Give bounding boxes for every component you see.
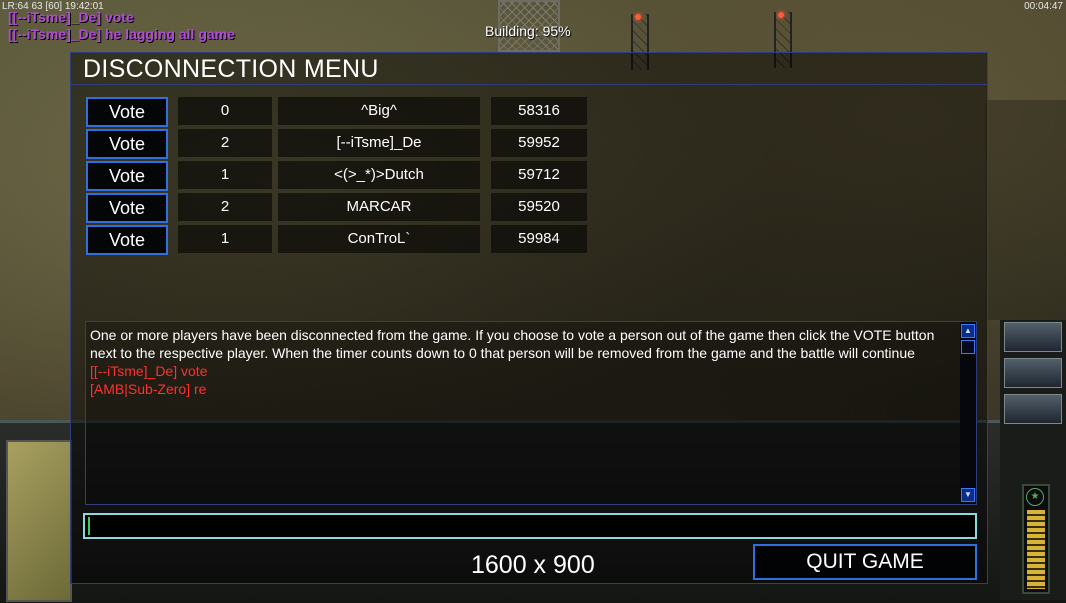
terrain-shadow bbox=[986, 100, 1066, 320]
player-ping: 59984 bbox=[491, 225, 587, 253]
chat-message: [AMB|Sub-Zero] re bbox=[90, 381, 207, 397]
build-unit-button-1[interactable] bbox=[1004, 322, 1062, 352]
text-caret bbox=[88, 517, 90, 535]
vote-button[interactable]: Vote bbox=[86, 161, 168, 191]
chat-input[interactable] bbox=[83, 513, 977, 539]
game-timer: 00:04:47 bbox=[1024, 1, 1063, 12]
vote-count: 1 bbox=[178, 161, 272, 189]
player-ping: 58316 bbox=[491, 97, 587, 125]
message-log-text: One or more players have been disconnect… bbox=[90, 326, 956, 398]
chat-message: [[--iTsme]_De] vote bbox=[90, 363, 208, 379]
disconnection-dialog: DISCONNECTION MENU Vote 0 ^Big^ 58316 Vo… bbox=[70, 52, 988, 584]
dialog-title: DISCONNECTION MENU bbox=[83, 55, 379, 83]
chat-line: [[--iTsme]_De] he lagging all game bbox=[8, 26, 235, 42]
player-name: ^Big^ bbox=[278, 97, 480, 125]
vote-count: 0 bbox=[178, 97, 272, 125]
message-log[interactable]: One or more players have been disconnect… bbox=[85, 321, 977, 505]
minimap[interactable] bbox=[6, 440, 72, 602]
build-unit-button-2[interactable] bbox=[1004, 358, 1062, 388]
build-unit-button-3[interactable] bbox=[1004, 394, 1062, 424]
player-name: MARCAR bbox=[278, 193, 480, 221]
disconnect-info: One or more players have been disconnect… bbox=[90, 327, 935, 361]
player-name: <(>_*)>Dutch bbox=[278, 161, 480, 189]
vote-button[interactable]: Vote bbox=[86, 193, 168, 223]
power-level bbox=[1027, 510, 1045, 589]
player-name: [--iTsme]_De bbox=[278, 129, 480, 157]
vote-button[interactable]: Vote bbox=[86, 97, 168, 127]
player-name: ConTroL` bbox=[278, 225, 480, 253]
message-scrollbar[interactable]: ▲ ▼ bbox=[960, 322, 976, 504]
scroll-thumb[interactable] bbox=[961, 340, 975, 354]
vote-count: 2 bbox=[178, 193, 272, 221]
scroll-up-icon[interactable]: ▲ bbox=[961, 324, 975, 338]
player-ping: 59712 bbox=[491, 161, 587, 189]
title-divider bbox=[71, 84, 987, 85]
player-ping: 59952 bbox=[491, 129, 587, 157]
quit-game-button[interactable]: QUIT GAME bbox=[753, 544, 977, 580]
vote-button[interactable]: Vote bbox=[86, 225, 168, 255]
scroll-down-icon[interactable]: ▼ bbox=[961, 488, 975, 502]
vote-count: 1 bbox=[178, 225, 272, 253]
player-ping: 59520 bbox=[491, 193, 587, 221]
resolution-label: 1600 x 900 bbox=[471, 551, 595, 579]
power-meter: ★ bbox=[1022, 484, 1050, 594]
star-icon: ★ bbox=[1026, 488, 1044, 506]
chat-overlay: [[--iTsme]_De] vote [[--iTsme]_De] he la… bbox=[8, 9, 235, 43]
vote-count: 2 bbox=[178, 129, 272, 157]
chat-line: [[--iTsme]_De] vote bbox=[8, 9, 134, 25]
vote-button[interactable]: Vote bbox=[86, 129, 168, 159]
building-status: Building: 95% bbox=[485, 23, 571, 39]
